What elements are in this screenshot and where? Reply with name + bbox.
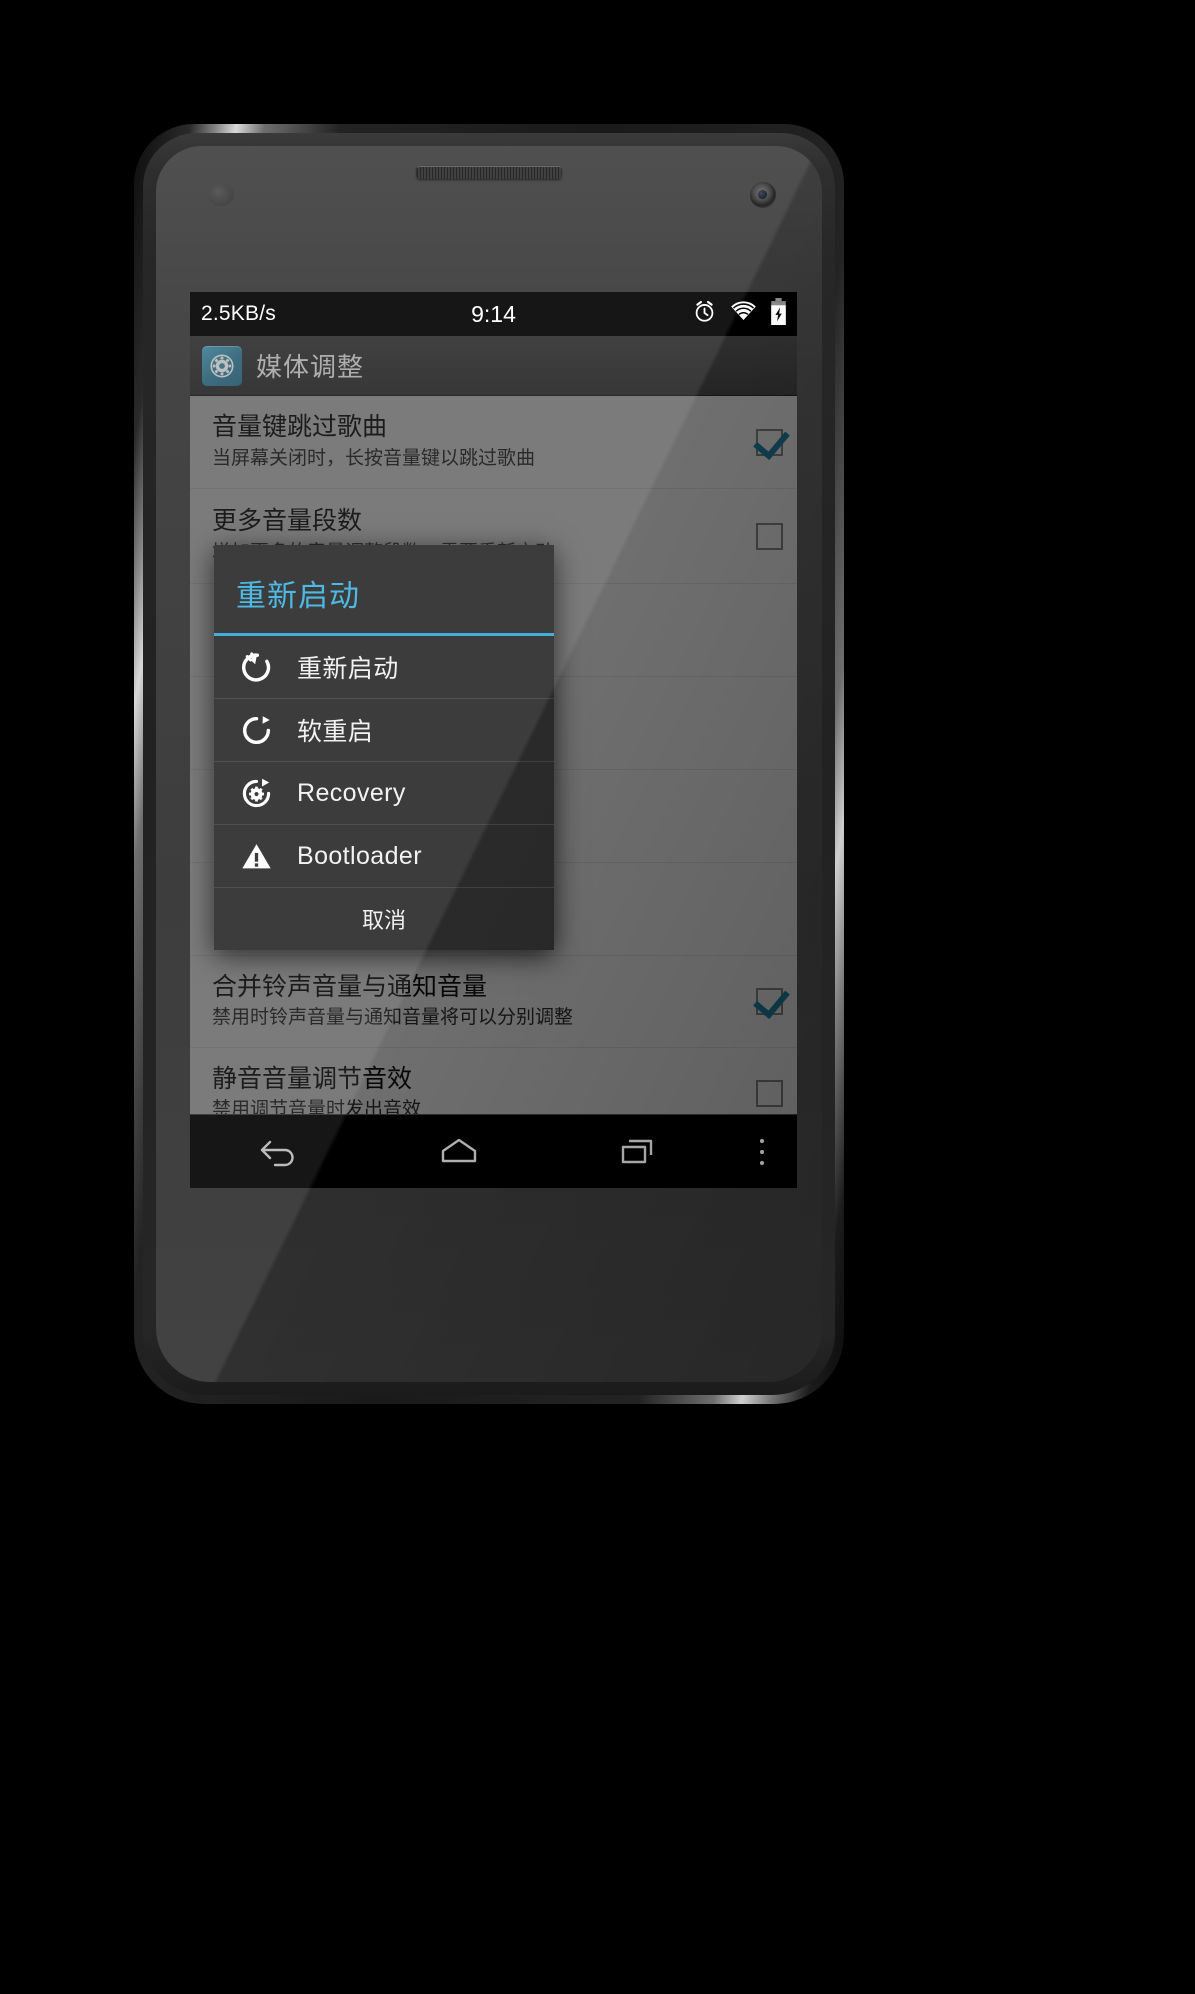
cancel-button[interactable]: 取消 xyxy=(214,888,554,950)
power-restart-icon xyxy=(236,647,276,687)
dialog-item-reboot[interactable]: 重新启动 xyxy=(214,636,554,699)
phone-body: 2.5KB/s 9:14 媒体调整 音量键跳过歌曲 当屏幕关闭时，长按音量键以跳… xyxy=(143,133,835,1395)
navigation-bar xyxy=(190,1114,797,1188)
dialog-item-soft-reboot[interactable]: 软重启 xyxy=(214,699,554,762)
status-bar-system-icons xyxy=(692,297,787,331)
network-speed-label: 2.5KB/s xyxy=(201,302,276,325)
page-title: 媒体调整 xyxy=(256,352,365,382)
dialog-title: 重新启动 xyxy=(236,580,360,613)
home-icon[interactable] xyxy=(369,1135,548,1169)
battery-charging-icon xyxy=(770,297,787,331)
gear-icon xyxy=(202,345,242,386)
dialog-item-bootloader[interactable]: Bootloader xyxy=(214,825,554,888)
alarm-icon xyxy=(692,299,717,330)
phone-front-glass: 2.5KB/s 9:14 媒体调整 音量键跳过歌曲 当屏幕关闭时，长按音量键以跳… xyxy=(156,146,822,1382)
overflow-menu-icon[interactable] xyxy=(727,1134,797,1170)
status-bar: 2.5KB/s 9:14 xyxy=(190,292,797,336)
earpiece-speaker xyxy=(416,166,562,179)
recents-icon[interactable] xyxy=(548,1135,727,1169)
dialog-item-recovery[interactable]: Recovery xyxy=(214,762,554,825)
phone-device: 2.5KB/s 9:14 媒体调整 音量键跳过歌曲 当屏幕关闭时，长按音量键以跳… xyxy=(134,124,844,1404)
dialog-item-label: 重新启动 xyxy=(297,655,399,683)
recovery-gear-icon xyxy=(236,773,276,813)
refresh-circle-icon xyxy=(236,710,276,750)
warning-triangle-icon xyxy=(236,836,276,876)
action-bar: 媒体调整 xyxy=(190,336,797,396)
front-camera xyxy=(750,182,776,208)
dialog-item-label: Bootloader xyxy=(297,841,422,870)
dialog-item-label: 软重启 xyxy=(297,718,374,746)
back-icon[interactable] xyxy=(190,1135,369,1169)
dialog-title-area: 重新启动 xyxy=(214,545,554,636)
status-bar-clock: 9:14 xyxy=(471,300,516,327)
phone-screen: 2.5KB/s 9:14 媒体调整 音量键跳过歌曲 当屏幕关闭时，长按音量键以跳… xyxy=(190,292,797,1188)
wifi-icon xyxy=(730,300,757,328)
reboot-dialog: 重新启动 重新启动 软重启 Recovery Bootloader 取消 xyxy=(214,545,554,950)
proximity-sensor xyxy=(208,184,234,206)
dialog-item-label: Recovery xyxy=(297,778,406,807)
